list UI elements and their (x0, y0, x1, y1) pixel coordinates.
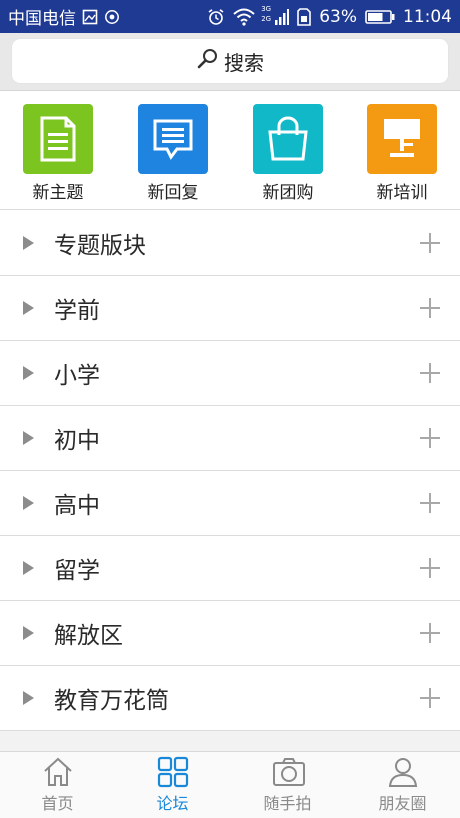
category-row-liberation-zone[interactable]: 解放区 (0, 601, 460, 666)
network-type-top: 3G (261, 4, 272, 13)
quick-action-new-reply[interactable]: 新回复 (127, 104, 219, 203)
category-label: 专题版块 (54, 233, 146, 259)
category-list: 专题版块 学前 小学 初中 高中 留学 解放区 教育万花筒 (0, 211, 460, 731)
image-notification-icon (82, 9, 98, 25)
search-area: 搜索 (0, 33, 460, 91)
category-label: 教育万花筒 (54, 688, 169, 714)
plus-icon[interactable] (420, 298, 440, 318)
home-icon (42, 756, 74, 788)
shopping-bag-icon (253, 104, 323, 174)
category-row-preschool[interactable]: 学前 (0, 276, 460, 341)
tab-home[interactable]: 首页 (0, 752, 115, 818)
category-label: 留学 (54, 558, 100, 584)
tab-snapshot[interactable]: 随手拍 (230, 752, 345, 818)
category-row-study-abroad[interactable]: 留学 (0, 536, 460, 601)
document-icon (23, 104, 93, 174)
expand-arrow-icon (23, 691, 34, 705)
lamp-icon (367, 104, 437, 174)
sim-card-icon (297, 7, 312, 26)
tab-forum[interactable]: 论坛 (115, 752, 230, 818)
quick-action-new-training[interactable]: 新培训 (356, 104, 448, 203)
network-type-bottom: 2G (261, 14, 272, 23)
category-label: 初中 (54, 428, 100, 454)
status-bar: 中国电信 3G 2G 63% 11:04 (0, 0, 460, 33)
quick-actions: 新主题 新回复 新团购 新培训 (0, 92, 460, 210)
expand-arrow-icon (23, 366, 34, 380)
tab-label: 朋友圈 (378, 794, 427, 813)
list-bottom-spacer (0, 731, 460, 751)
quick-action-label: 新团购 (262, 183, 314, 203)
bottom-nav: 首页 论坛 随手拍 朋友圈 (0, 751, 460, 818)
cellular-signal-icon: 3G 2G (261, 4, 290, 26)
expand-arrow-icon (23, 236, 34, 250)
category-label: 小学 (54, 363, 100, 389)
plus-icon[interactable] (420, 623, 440, 643)
search-icon (196, 48, 218, 75)
expand-arrow-icon (23, 561, 34, 575)
tab-label: 随手拍 (263, 794, 312, 813)
category-row-senior-high[interactable]: 高中 (0, 471, 460, 536)
expand-arrow-icon (23, 301, 34, 315)
plus-icon[interactable] (420, 233, 440, 253)
carrier-label: 中国电信 (8, 9, 76, 29)
reply-bubble-icon (138, 104, 208, 174)
category-label: 高中 (54, 493, 100, 519)
search-label: 搜索 (224, 50, 264, 75)
clock: 11:04 (403, 6, 452, 27)
category-label: 学前 (54, 298, 100, 324)
battery-percent: 63% (319, 6, 357, 27)
battery-icon (365, 9, 395, 25)
person-icon (387, 756, 419, 788)
expand-arrow-icon (23, 431, 34, 445)
category-row-kaleidoscope[interactable]: 教育万花筒 (0, 666, 460, 731)
search-bar[interactable]: 搜索 (12, 39, 448, 83)
tab-friends[interactable]: 朋友圈 (345, 752, 460, 818)
category-row-topics[interactable]: 专题版块 (0, 211, 460, 276)
plus-icon[interactable] (420, 558, 440, 578)
category-row-primary[interactable]: 小学 (0, 341, 460, 406)
quick-action-label: 新主题 (32, 183, 84, 203)
sync-notification-icon (104, 9, 120, 25)
wifi-icon (233, 8, 255, 26)
quick-action-label: 新培训 (376, 183, 428, 203)
alarm-icon (207, 8, 225, 26)
tab-label: 首页 (41, 794, 74, 813)
quick-action-new-group-buy[interactable]: 新团购 (242, 104, 334, 203)
tab-label: 论坛 (156, 794, 189, 813)
expand-arrow-icon (23, 626, 34, 640)
plus-icon[interactable] (420, 493, 440, 513)
category-label: 解放区 (54, 623, 123, 649)
grid-icon (157, 756, 189, 788)
expand-arrow-icon (23, 496, 34, 510)
category-row-junior-high[interactable]: 初中 (0, 406, 460, 471)
quick-action-label: 新回复 (147, 183, 199, 203)
plus-icon[interactable] (420, 688, 440, 708)
plus-icon[interactable] (420, 428, 440, 448)
quick-action-new-topic[interactable]: 新主题 (12, 104, 104, 203)
camera-icon (272, 756, 305, 788)
plus-icon[interactable] (420, 363, 440, 383)
